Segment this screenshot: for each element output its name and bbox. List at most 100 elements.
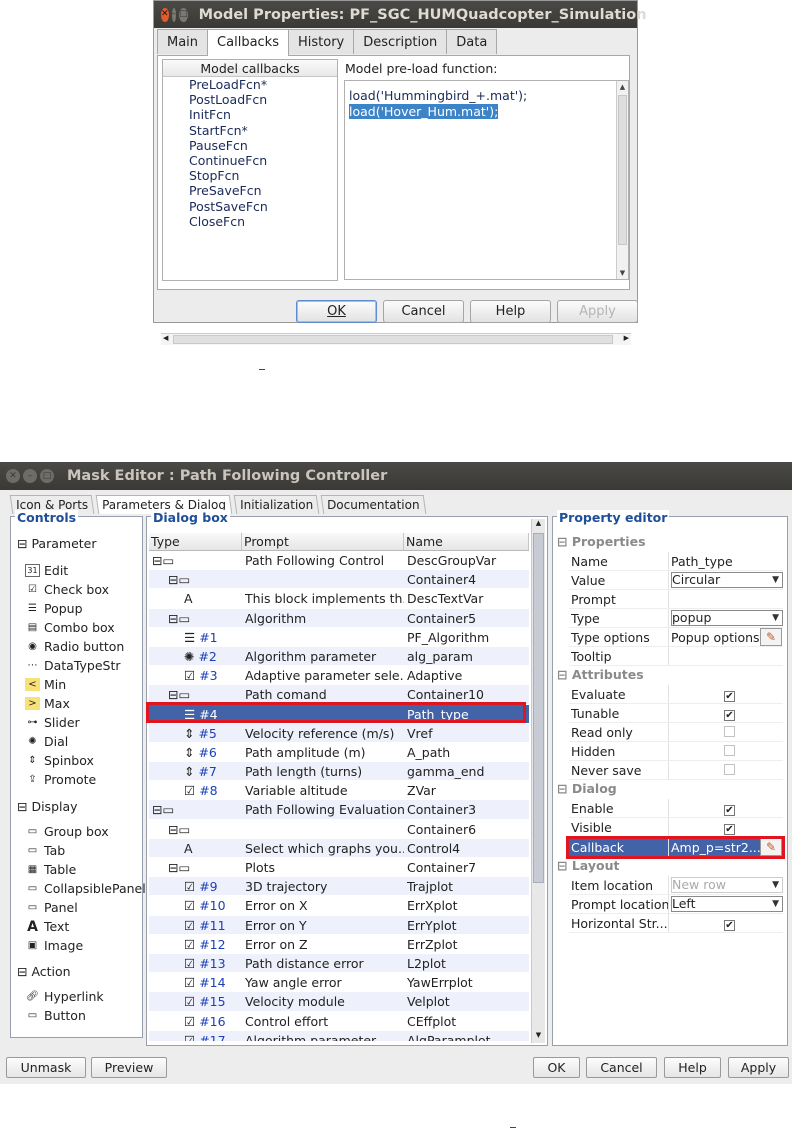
ok-button[interactable]: OK [296, 300, 377, 323]
column-type[interactable]: Type [149, 533, 242, 550]
name-field[interactable]: Path_type [668, 552, 783, 570]
control-hyperlink[interactable]: 🔗︎ Hyperlink [25, 989, 104, 1004]
table-row[interactable]: ☑ #3 Adaptive parameter sele... Adaptive [149, 666, 529, 686]
control-text[interactable]: A Text [25, 919, 69, 935]
control-panel[interactable]: ▭ Panel [25, 900, 78, 915]
control-groupbox[interactable]: ▭ Group box [25, 824, 109, 839]
control-edit[interactable]: 31 Edit [25, 563, 68, 578]
control-tab[interactable]: ▭ Tab [25, 843, 65, 858]
table-row[interactable]: ☑ #10 Error on X ErrXplot [149, 896, 529, 916]
table-row[interactable]: ☑ #12 Error on Z ErrZplot [149, 935, 529, 954]
prompt-field[interactable] [668, 590, 783, 608]
unmask-button[interactable]: Unmask [6, 1057, 86, 1078]
attribute-checkbox[interactable] [724, 764, 735, 775]
table-row[interactable]: ⊟▭ Algorithm Container5 [149, 608, 529, 628]
table-row[interactable]: ✺ #2 Algorithm parameter alg_param [149, 646, 529, 667]
table-row[interactable]: ⊟▭ Path Following Evaluation Container3 [149, 800, 529, 820]
control-min[interactable]: < Min [25, 677, 66, 692]
table-row[interactable]: ☑ #17 Algorithm parameter AlgParamplot [149, 1030, 529, 1041]
callback-item[interactable]: PauseFcn [163, 138, 337, 153]
action-section[interactable]: ⊟ Action [17, 964, 71, 979]
control-collapsiblepanel[interactable]: ▭ CollapsiblePanel [25, 881, 146, 896]
tooltip-field[interactable] [668, 647, 783, 665]
cancel-button[interactable]: Cancel [383, 300, 464, 323]
callback-item[interactable]: ContinueFcn [163, 153, 337, 168]
value-dropdown[interactable]: Circular [671, 572, 783, 588]
table-row[interactable]: ☑ #9 3D trajectory Trajplot [149, 877, 529, 897]
ok-button[interactable]: OK [533, 1057, 580, 1078]
attribute-checkbox[interactable]: ✔ [724, 691, 735, 702]
table-row[interactable]: ⇕ #6 Path amplitude (m) A_path [149, 743, 529, 763]
scroll-thumb[interactable] [533, 533, 544, 883]
scroll-down-icon[interactable]: ▼ [532, 1031, 545, 1043]
code-line[interactable]: load('Hummingbird_+.mat'); [349, 88, 624, 104]
visible-checkbox[interactable]: ✔ [724, 824, 735, 835]
control-spinbox[interactable]: ⇕ Spinbox [25, 753, 94, 768]
control-table[interactable]: ▦ Table [25, 862, 77, 877]
apply-button[interactable]: Apply [557, 300, 638, 323]
help-button[interactable]: Help [470, 300, 551, 323]
pencil-icon[interactable]: ✎ [760, 628, 782, 646]
table-row[interactable]: ⊟▭ Plots Container7 [149, 858, 529, 878]
table-row[interactable]: ⇕ #5 Velocity reference (m/s) Vref [149, 723, 529, 743]
callback-item[interactable]: PostSaveFcn [163, 199, 337, 214]
control-slider[interactable]: ⊶ Slider [25, 715, 80, 730]
control-datatypestr[interactable]: ⋯ DataTypeStr [25, 658, 121, 673]
attribute-checkbox[interactable] [724, 745, 735, 756]
callback-item[interactable]: PreLoadFcn* [163, 77, 337, 92]
close-icon[interactable]: ✕ [161, 7, 169, 22]
tab-documentation[interactable]: Documentation [320, 495, 427, 514]
properties-section[interactable]: ⊟ Properties [557, 534, 646, 549]
horizontal-checkbox[interactable]: ✔ [724, 920, 735, 931]
close-icon[interactable]: ✕ [6, 469, 20, 483]
scroll-left-icon[interactable]: ◀ [163, 334, 168, 342]
item-location-dropdown[interactable]: New row [671, 877, 783, 893]
tab-initialization[interactable]: Initialization [233, 495, 320, 514]
minimize-icon[interactable]: – [171, 7, 177, 22]
scroll-thumb[interactable] [618, 95, 627, 245]
table-row[interactable]: ☑ #13 Path distance error L2plot [149, 953, 529, 974]
table-row[interactable]: ☑ #16 Control effort CEffplot [149, 1012, 529, 1031]
scroll-thumb[interactable] [173, 335, 613, 344]
control-max[interactable]: > Max [25, 696, 70, 711]
table-row[interactable]: ☑ #11 Error on Y ErrYplot [149, 915, 529, 935]
control-popup[interactable]: ☰ Popup [25, 601, 83, 616]
callback-item[interactable]: PostLoadFcn [163, 92, 337, 107]
code-line-selected[interactable]: load('Hover_Hum.mat'); [349, 103, 499, 119]
scroll-down-icon[interactable]: ▼ [617, 267, 628, 279]
table-row[interactable]: ☑ #14 Yaw angle error YawErrplot [149, 973, 529, 993]
callback-item[interactable]: StartFcn* [163, 123, 337, 138]
table-row[interactable]: A Select which graphs you... Control4 [149, 838, 529, 858]
callback-item[interactable]: PreSaveFcn [163, 183, 337, 198]
tab-data[interactable]: Data [446, 29, 498, 54]
callback-item[interactable]: InitFcn [163, 107, 337, 122]
attribute-checkbox[interactable]: ✔ [724, 710, 735, 721]
table-row[interactable]: ⊟▭ Path Following Control DescGroupVar [149, 551, 529, 571]
preview-button[interactable]: Preview [91, 1057, 167, 1078]
display-section[interactable]: ⊟ Display [17, 799, 78, 814]
scroll-right-icon[interactable]: ▶ [624, 334, 629, 342]
scroll-up-icon[interactable]: ▲ [532, 519, 545, 531]
tab-main[interactable]: Main [157, 29, 209, 54]
attributes-section[interactable]: ⊟ Attributes [557, 667, 644, 682]
layout-section[interactable]: ⊟ Layout [557, 858, 619, 873]
table-row[interactable]: ⊟▭ Container6 [149, 820, 529, 839]
help-button[interactable]: Help [664, 1057, 721, 1078]
dialog-section[interactable]: ⊟ Dialog [557, 781, 617, 796]
cancel-button[interactable]: Cancel [586, 1057, 657, 1078]
table-row[interactable]: A This block implements th... DescTextVar [149, 589, 529, 609]
attribute-checkbox[interactable] [724, 726, 735, 737]
table-row[interactable]: ⊟▭ Container4 [149, 570, 529, 590]
apply-button[interactable]: Apply [728, 1057, 789, 1078]
callback-item[interactable]: StopFcn [163, 168, 337, 183]
maximize-icon[interactable]: □ [40, 469, 54, 483]
scroll-up-icon[interactable]: ▲ [617, 81, 628, 93]
control-image[interactable]: ▣ Image [25, 938, 83, 953]
table-row[interactable]: ⇕ #7 Path length (turns) gamma_end [149, 762, 529, 782]
maximize-icon[interactable]: □ [179, 7, 188, 22]
prompt-location-dropdown[interactable]: Left [671, 896, 783, 912]
control-dial[interactable]: ✺ Dial [25, 734, 68, 749]
type-dropdown[interactable]: popup [671, 610, 783, 626]
horizontal-scrollbar[interactable]: ◀ ▶ [161, 333, 631, 345]
minimize-icon[interactable]: – [23, 469, 37, 483]
